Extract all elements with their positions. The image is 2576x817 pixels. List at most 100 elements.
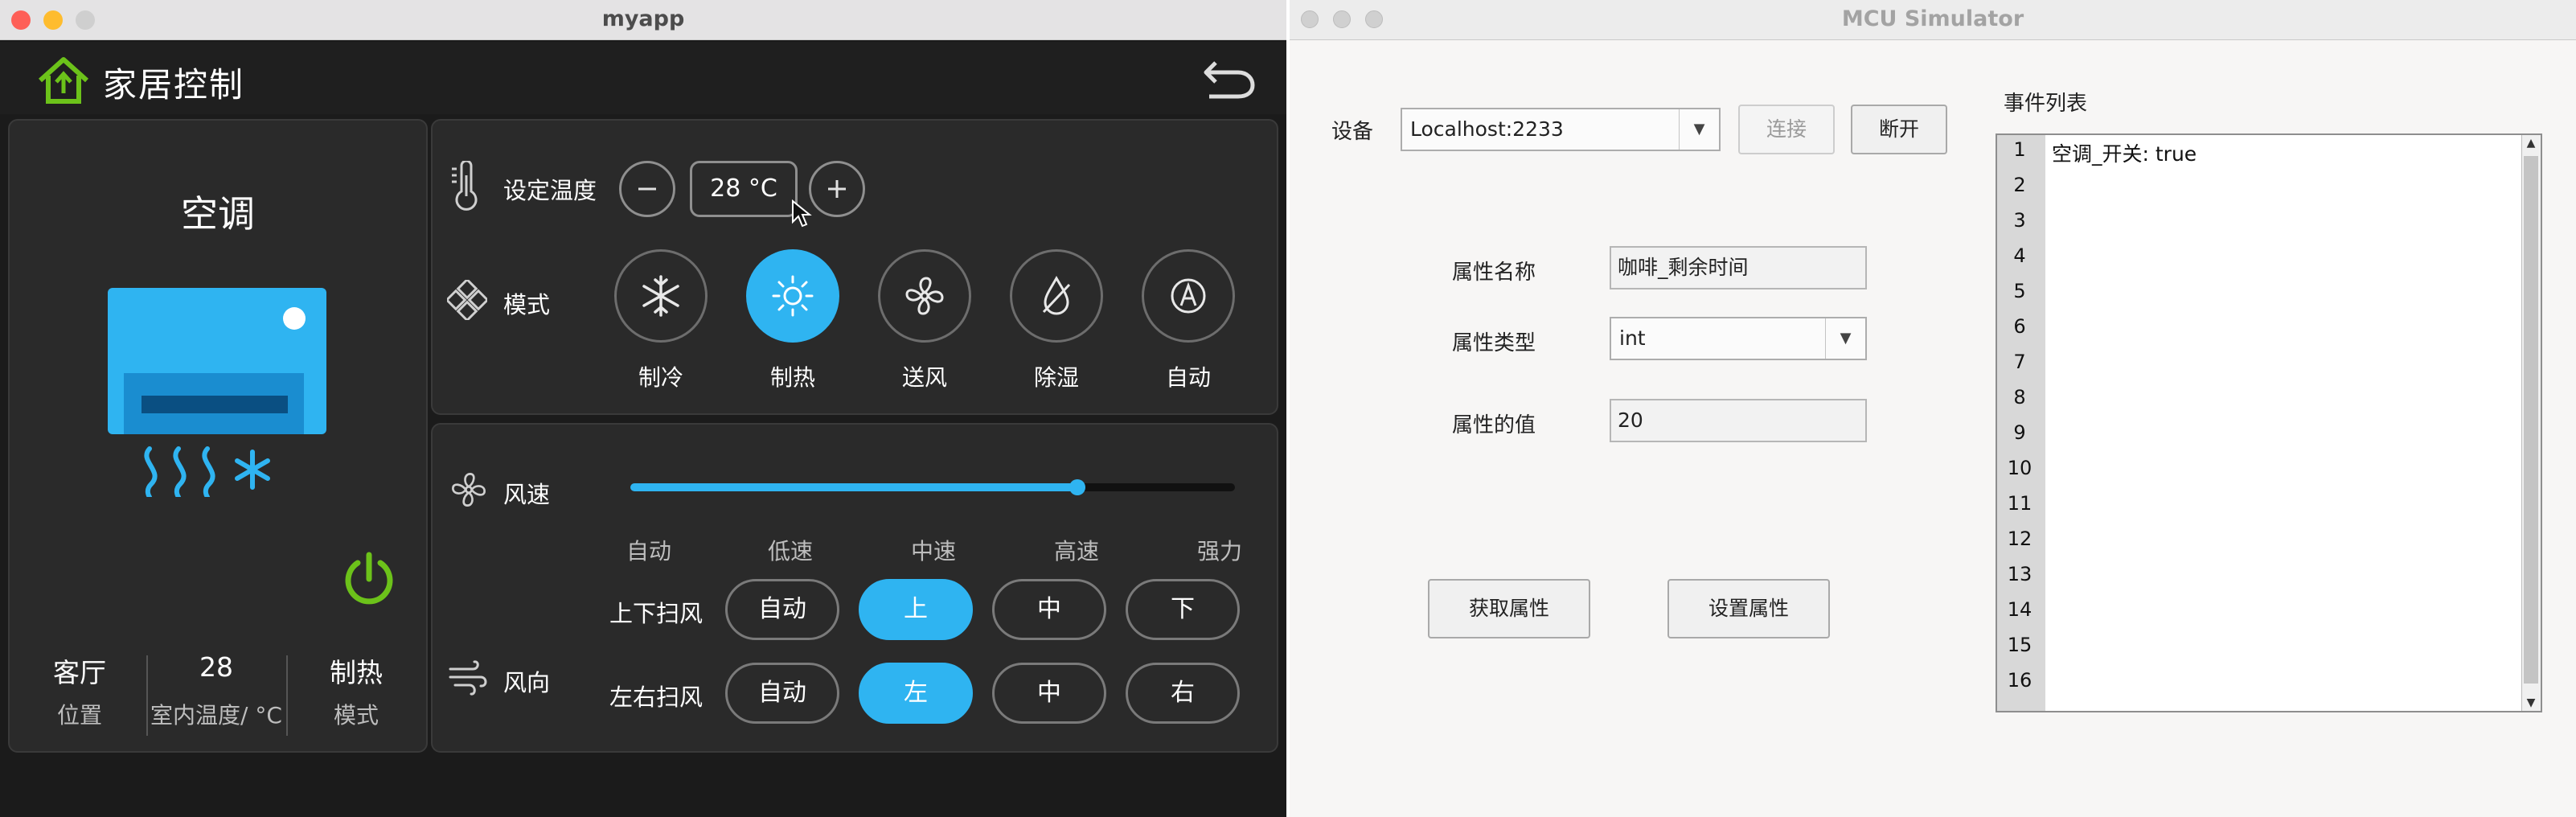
droplet-icon — [1042, 275, 1071, 315]
title-bar: MCU Simulator — [1290, 0, 2576, 40]
device-select[interactable]: Localhost:2233 ▼ — [1401, 108, 1721, 151]
horizontal-right-button[interactable]: 右 — [1126, 663, 1240, 724]
scroll-down-icon[interactable]: ▼ — [2522, 696, 2540, 709]
line-number: 14 — [2007, 598, 2032, 621]
window-title: MCU Simulator — [1841, 6, 2024, 31]
event-list-label: 事件列表 — [2004, 92, 2088, 116]
line-number: 15 — [2007, 634, 2032, 656]
prop-value-field[interactable]: 20 — [1610, 399, 1867, 442]
prop-name-field[interactable]: 咖啡_剩余时间 — [1610, 246, 1867, 289]
prop-name-label: 属性名称 — [1452, 261, 1536, 285]
ac-device-panel: 空调 客厅 位置 28 室内温度/ °C 制热 模式 — [8, 119, 428, 753]
wind-direction-icon — [449, 660, 487, 696]
line-number: 6 — [2013, 315, 2026, 338]
speed-level-auto: 自动 — [626, 538, 671, 565]
line-number: 13 — [2007, 563, 2032, 585]
mode-fan-button[interactable] — [878, 249, 971, 343]
wind-speed-slider[interactable] — [630, 479, 1235, 495]
line-number: 3 — [2013, 209, 2026, 232]
wind-speed-fan-icon — [452, 473, 486, 507]
wind-direction-label: 风向 — [503, 669, 551, 696]
line-number: 9 — [2013, 421, 2026, 444]
mode-cool-button[interactable] — [614, 249, 708, 343]
mode-fan-label: 送风 — [901, 364, 947, 391]
disconnect-button[interactable]: 断开 — [1851, 105, 1947, 154]
mode-auto-button[interactable] — [1142, 249, 1235, 343]
scrollbar-thumb[interactable] — [2524, 156, 2538, 684]
minus-icon — [638, 187, 656, 191]
app-header: 家居控制 — [0, 42, 1286, 114]
event-list-scrollbar[interactable]: ▲ ▼ — [2521, 135, 2541, 711]
vertical-swing-label: 上下扫风 — [609, 600, 703, 627]
thermometer-icon — [452, 161, 478, 211]
speed-level-high: 高速 — [1053, 538, 1099, 565]
event-line-text: 空调_开关: true — [2052, 142, 2197, 166]
power-icon[interactable] — [339, 550, 399, 610]
mode-icon — [447, 280, 487, 320]
slider-knob[interactable] — [1069, 479, 1086, 495]
horizontal-auto-button[interactable]: 自动 — [725, 663, 839, 724]
line-number: 16 — [2007, 669, 2032, 692]
device-label: 设备 — [1331, 120, 1374, 144]
line-number: 1 — [2013, 138, 2026, 161]
line-number: 2 — [2013, 174, 2026, 196]
event-list[interactable]: 1 2 3 4 5 6 7 8 9 10 11 12 13 14 15 16 空… — [1996, 133, 2542, 712]
speed-level-strong: 强力 — [1196, 538, 1242, 565]
auto-icon — [1171, 278, 1206, 314]
plus-icon — [828, 180, 846, 198]
horizontal-mid-button[interactable]: 中 — [992, 663, 1106, 724]
get-property-button[interactable]: 获取属性 — [1428, 579, 1590, 638]
chevron-down-icon[interactable]: ▼ — [1825, 318, 1865, 359]
horizontal-left-button[interactable]: 左 — [859, 663, 973, 724]
scroll-up-icon[interactable]: ▲ — [2522, 137, 2540, 150]
vertical-mid-button[interactable]: 中 — [992, 579, 1106, 640]
line-number: 5 — [2013, 280, 2026, 302]
prop-type-value: int — [1619, 326, 1646, 350]
title-bar: myapp — [0, 0, 1286, 40]
app-title: 家居控制 — [103, 65, 245, 105]
mode-stat: 制热 模式 — [288, 651, 425, 730]
temp-decrease-button[interactable] — [619, 161, 675, 217]
slider-fill — [630, 483, 1078, 491]
back-arrow-icon[interactable] — [1201, 56, 1257, 101]
prop-type-label: 属性类型 — [1452, 331, 1536, 355]
vertical-down-button[interactable]: 下 — [1126, 579, 1240, 640]
home-icon[interactable] — [35, 56, 92, 105]
line-number: 12 — [2007, 528, 2032, 550]
chevron-down-icon[interactable]: ▼ — [1679, 109, 1719, 150]
mode-heat-label: 制热 — [769, 364, 815, 391]
location-stat: 客厅 位置 — [11, 651, 148, 730]
fan-icon — [905, 277, 944, 315]
indoor-temp-stat: 28 室内温度/ °C — [148, 651, 285, 730]
vertical-auto-button[interactable]: 自动 — [725, 579, 839, 640]
prop-type-select[interactable]: int ▼ — [1610, 317, 1867, 360]
line-number: 10 — [2007, 457, 2032, 479]
window-title: myapp — [601, 6, 685, 31]
mode-heat-button[interactable] — [746, 249, 839, 343]
line-number: 7 — [2013, 351, 2026, 373]
line-number: 4 — [2013, 244, 2026, 267]
speed-level-mid: 中速 — [910, 538, 956, 565]
indoor-temp-value: 28 — [199, 651, 233, 683]
snowflake-icon — [642, 275, 679, 317]
indoor-temp-label: 室内温度/ °C — [150, 702, 282, 729]
line-number: 11 — [2007, 492, 2032, 515]
device-select-value: Localhost:2233 — [1410, 117, 1564, 141]
speed-level-low: 低速 — [767, 538, 813, 565]
mode-cool-label: 制冷 — [638, 364, 683, 391]
mode-auto-label: 自动 — [1165, 364, 1211, 391]
device-name: 空调 — [181, 192, 255, 236]
temp-increase-button[interactable] — [809, 161, 865, 217]
connect-button[interactable]: 连接 — [1738, 105, 1835, 154]
set-property-button[interactable]: 设置属性 — [1667, 579, 1830, 638]
vertical-up-button[interactable]: 上 — [859, 579, 973, 640]
air-conditioner-icon — [108, 288, 326, 497]
mode-label: 模式 — [333, 702, 379, 729]
sun-icon — [772, 275, 814, 317]
temp-value-display[interactable]: 28 °C — [690, 161, 798, 217]
set-temp-label: 设定温度 — [503, 177, 597, 204]
mode-dry-button[interactable] — [1010, 249, 1103, 343]
myapp-window: myapp 家居控制 空调 客厅 位置 28 室内温度/ °C 制热 模式 设定… — [0, 0, 1286, 817]
wind-speed-label: 风速 — [503, 481, 551, 508]
line-number: 8 — [2013, 386, 2026, 408]
